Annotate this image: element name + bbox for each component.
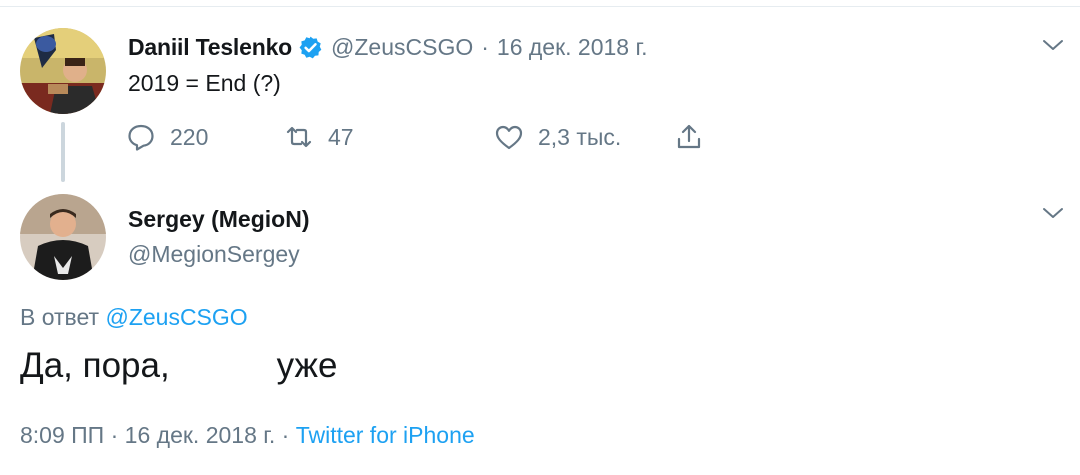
separator-dot: · xyxy=(481,33,489,60)
tweet-text: Да, пора, уже xyxy=(20,346,338,385)
tweet-source-link[interactable]: Twitter for iPhone xyxy=(296,422,475,448)
tweet-time[interactable]: 8:09 ПП xyxy=(20,422,104,448)
chevron-down-icon[interactable] xyxy=(1042,206,1064,220)
separator-dot: · xyxy=(110,422,119,448)
separator-dot: · xyxy=(281,422,290,448)
reply-bubble-icon xyxy=(126,122,156,152)
author-handle[interactable]: @ZeusCSGO xyxy=(331,34,473,61)
top-divider xyxy=(0,6,1080,7)
avatar[interactable] xyxy=(20,194,106,280)
retweet-button[interactable]: 47 xyxy=(284,118,354,156)
tweet-meta: 8:09 ПП · 16 дек. 2018 г. · Twitter for … xyxy=(20,422,475,449)
tweet-date[interactable]: 16 дек. 2018 г. xyxy=(125,422,276,448)
tweet-date[interactable]: 16 дек. 2018 г. xyxy=(497,34,648,61)
avatar[interactable] xyxy=(20,28,106,114)
retweet-count: 47 xyxy=(328,123,354,150)
reply-button[interactable]: 220 xyxy=(126,118,208,156)
author-name[interactable]: Sergey (MegioN) xyxy=(128,206,309,233)
share-icon xyxy=(674,122,704,152)
thread-connector xyxy=(61,122,65,182)
share-button[interactable] xyxy=(674,118,704,156)
reply-context: В ответ @ZeusCSGO xyxy=(20,304,248,331)
heart-icon xyxy=(494,122,524,152)
chevron-down-icon[interactable] xyxy=(1042,38,1064,52)
like-button[interactable]: 2,3 тыс. xyxy=(494,118,621,156)
like-count: 2,3 тыс. xyxy=(538,123,622,150)
reply-mention-link[interactable]: @ZeusCSGO xyxy=(105,304,247,330)
verified-badge-icon xyxy=(298,35,323,60)
tweet-text: 2019 = End (?) xyxy=(128,70,281,96)
reply-label: В ответ xyxy=(20,304,100,330)
author-handle[interactable]: @MegionSergey xyxy=(128,241,300,268)
tweet-header: Daniil Teslenko @ZeusCSGO · 16 дек. 2018… xyxy=(128,30,647,64)
author-name[interactable]: Daniil Teslenko xyxy=(128,34,292,61)
reply-count: 220 xyxy=(170,123,209,150)
retweet-icon xyxy=(284,122,314,152)
